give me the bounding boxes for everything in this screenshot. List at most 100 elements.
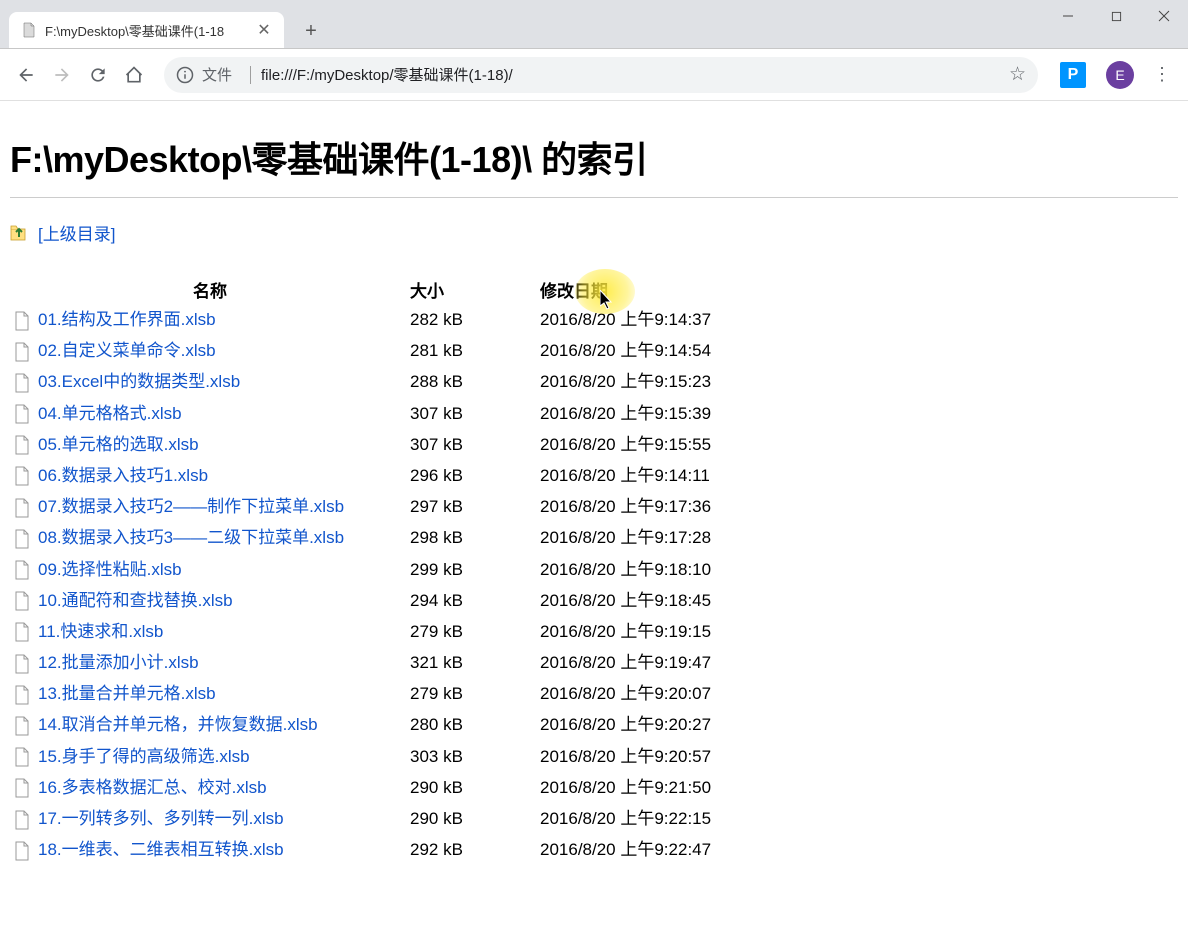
file-row: 17.一列转多列、多列转一列.xlsb 290 kB2016/8/20 上午9:2…: [10, 803, 711, 834]
file-icon: [14, 466, 30, 486]
file-date: 2016/8/20 上午9:15:39: [540, 398, 711, 429]
home-button[interactable]: [116, 57, 152, 93]
extension-icon[interactable]: P: [1060, 62, 1086, 88]
file-link[interactable]: 08.数据录入技巧3——二级下拉菜单.xlsb: [38, 528, 344, 547]
file-link[interactable]: 06.数据录入技巧1.xlsb: [38, 466, 208, 485]
file-size: 298 kB: [410, 522, 540, 553]
file-size: 321 kB: [410, 647, 540, 678]
file-link[interactable]: 17.一列转多列、多列转一列.xlsb: [38, 809, 284, 828]
file-row: 12.批量添加小计.xlsb 321 kB2016/8/20 上午9:19:47: [10, 647, 711, 678]
file-date: 2016/8/20 上午9:22:47: [540, 834, 711, 865]
file-size: 279 kB: [410, 616, 540, 647]
file-date: 2016/8/20 上午9:17:28: [540, 522, 711, 553]
file-size: 303 kB: [410, 741, 540, 772]
file-row: 07.数据录入技巧2——制作下拉菜单.xlsb297 kB2016/8/20 上…: [10, 491, 711, 522]
page-content: F:\myDesktop\零基础课件(1-18)\ 的索引 [上级目录] 名称 …: [0, 101, 1188, 865]
file-row: 06.数据录入技巧1.xlsb 296 kB2016/8/20 上午9:14:11: [10, 460, 711, 491]
file-link[interactable]: 02.自定义菜单命令.xlsb: [38, 341, 216, 360]
tab-close-button[interactable]: ✕: [256, 22, 272, 38]
divider: [10, 197, 1178, 198]
forward-button[interactable]: [44, 57, 80, 93]
file-row: 14.取消合并单元格，并恢复数据.xlsb280 kB2016/8/20 上午9…: [10, 709, 711, 740]
file-link[interactable]: 10.通配符和查找替换.xlsb: [38, 591, 233, 610]
file-icon: [14, 778, 30, 798]
file-icon: [14, 404, 30, 424]
menu-button[interactable]: ⋮: [1144, 57, 1180, 93]
file-link[interactable]: 09.选择性粘贴.xlsb: [38, 560, 182, 579]
file-link[interactable]: 13.批量合并单元格.xlsb: [38, 684, 216, 703]
file-date: 2016/8/20 上午9:14:11: [540, 460, 711, 491]
file-date: 2016/8/20 上午9:22:15: [540, 803, 711, 834]
file-date: 2016/8/20 上午9:20:07: [540, 678, 711, 709]
file-icon: [14, 435, 30, 455]
url-text: file:///F:/myDesktop/零基础课件(1-18)/: [261, 64, 1001, 85]
reload-button[interactable]: [80, 57, 116, 93]
file-size: 290 kB: [410, 772, 540, 803]
file-row: 08.数据录入技巧3——二级下拉菜单.xlsb 298 kB2016/8/20 上…: [10, 522, 711, 553]
file-icon: [14, 591, 30, 611]
page-title: F:\myDesktop\零基础课件(1-18)\ 的索引: [10, 131, 1178, 183]
file-link[interactable]: 15.身手了得的高级筛选.xlsb: [38, 747, 250, 766]
file-link[interactable]: 04.单元格格式.xlsb: [38, 404, 182, 423]
addr-divider: [250, 66, 251, 84]
file-row: 03.Excel中的数据类型.xlsb288 kB2016/8/20 上午9:1…: [10, 366, 711, 397]
file-size: 296 kB: [410, 460, 540, 491]
file-size: 299 kB: [410, 554, 540, 585]
parent-directory-link[interactable]: [上级目录]: [38, 220, 115, 245]
file-date: 2016/8/20 上午9:19:47: [540, 647, 711, 678]
file-size: 297 kB: [410, 491, 540, 522]
file-link[interactable]: 03.Excel中的数据类型.xlsb: [38, 372, 240, 391]
addr-label: 文件: [202, 64, 232, 85]
file-date: 2016/8/20 上午9:15:55: [540, 429, 711, 460]
file-icon: [14, 560, 30, 580]
file-date: 2016/8/20 上午9:18:10: [540, 554, 711, 585]
column-header-name[interactable]: 名称: [10, 275, 410, 304]
bookmark-star-icon[interactable]: ☆: [1009, 63, 1026, 86]
file-row: 05.单元格的选取.xlsb307 kB2016/8/20 上午9:15:55: [10, 429, 711, 460]
file-row: 04.单元格格式.xlsb307 kB2016/8/20 上午9:15:39: [10, 398, 711, 429]
profile-avatar[interactable]: E: [1106, 61, 1134, 89]
file-link[interactable]: 16.多表格数据汇总、校对.xlsb: [38, 778, 267, 797]
address-bar[interactable]: 文件 file:///F:/myDesktop/零基础课件(1-18)/ ☆: [164, 57, 1038, 93]
file-size: 294 kB: [410, 585, 540, 616]
browser-tab[interactable]: F:\myDesktop\零基础课件(1-18 ✕: [9, 12, 284, 48]
tab-title: F:\myDesktop\零基础课件(1-18: [45, 21, 250, 40]
file-link[interactable]: 11.快速求和.xlsb: [38, 622, 163, 641]
file-icon: [14, 529, 30, 549]
file-link[interactable]: 14.取消合并单元格，并恢复数据.xlsb: [38, 715, 318, 734]
file-link[interactable]: 01.结构及工作界面.xlsb: [38, 310, 216, 329]
new-tab-button[interactable]: +: [296, 16, 326, 46]
folder-up-icon: [10, 223, 28, 243]
file-row: 18.一维表、二维表相互转换.xlsb 292 kB2016/8/20 上午9:2…: [10, 834, 711, 865]
close-button[interactable]: [1140, 0, 1188, 32]
back-button[interactable]: [8, 57, 44, 93]
file-row: 09.选择性粘贴.xlsb 299 kB2016/8/20 上午9:18:10: [10, 554, 711, 585]
file-date: 2016/8/20 上午9:20:27: [540, 709, 711, 740]
file-date: 2016/8/20 上午9:19:15: [540, 616, 711, 647]
file-date: 2016/8/20 上午9:18:45: [540, 585, 711, 616]
column-header-date[interactable]: 修改日期: [540, 275, 711, 304]
browser-toolbar: 文件 file:///F:/myDesktop/零基础课件(1-18)/ ☆ P…: [0, 49, 1188, 101]
minimize-button[interactable]: [1044, 0, 1092, 32]
file-size: 292 kB: [410, 834, 540, 865]
file-row: 13.批量合并单元格.xlsb279 kB2016/8/20 上午9:20:07: [10, 678, 711, 709]
file-link[interactable]: 12.批量添加小计.xlsb: [38, 653, 199, 672]
file-icon: [14, 342, 30, 362]
file-date: 2016/8/20 上午9:14:37: [540, 304, 711, 335]
file-icon: [14, 685, 30, 705]
file-size: 290 kB: [410, 803, 540, 834]
file-link[interactable]: 05.单元格的选取.xlsb: [38, 435, 199, 454]
file-link[interactable]: 18.一维表、二维表相互转换.xlsb: [38, 840, 284, 859]
file-size: 281 kB: [410, 335, 540, 366]
file-icon: [14, 498, 30, 518]
column-header-size[interactable]: 大小: [410, 275, 540, 304]
file-icon: [14, 373, 30, 393]
file-link[interactable]: 07.数据录入技巧2——制作下拉菜单.xlsb: [38, 497, 344, 516]
file-row: 01.结构及工作界面.xlsb 282 kB2016/8/20 上午9:14:37: [10, 304, 711, 335]
file-icon: [14, 841, 30, 861]
maximize-button[interactable]: [1092, 0, 1140, 32]
file-size: 288 kB: [410, 366, 540, 397]
info-icon[interactable]: [176, 66, 194, 84]
file-icon: [14, 810, 30, 830]
file-size: 282 kB: [410, 304, 540, 335]
